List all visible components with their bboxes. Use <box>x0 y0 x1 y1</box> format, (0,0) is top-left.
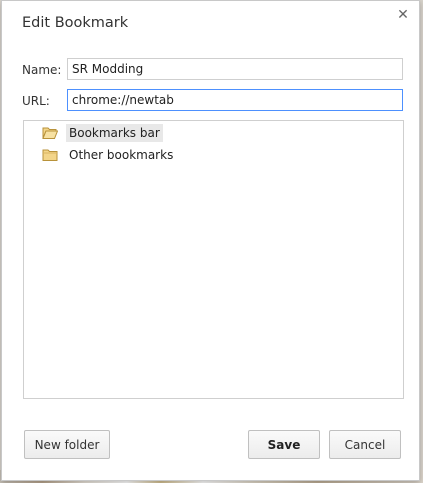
url-field[interactable] <box>67 89 403 111</box>
name-field[interactable] <box>67 58 403 80</box>
tree-item-label: Other bookmarks <box>69 148 174 162</box>
cancel-button[interactable]: Cancel <box>329 430 401 459</box>
tree-item-other-bookmarks[interactable]: Other bookmarks <box>42 145 176 165</box>
tree-item-bookmarks-bar[interactable]: Bookmarks bar <box>42 123 163 143</box>
close-icon[interactable]: ✕ <box>395 7 411 23</box>
folder-open-icon <box>42 127 58 139</box>
save-button[interactable]: Save <box>248 430 320 459</box>
new-folder-button[interactable]: New folder <box>24 430 110 459</box>
edit-bookmark-dialog: Edit Bookmark ✕ Name: URL: Bookmarks bar… <box>1 0 420 481</box>
name-label: Name: <box>22 63 62 77</box>
folder-tree[interactable]: Bookmarks bar Other bookmarks <box>23 120 404 399</box>
dialog-title: Edit Bookmark <box>22 15 129 31</box>
url-label: URL: <box>22 94 50 108</box>
folder-icon <box>42 149 58 161</box>
tree-item-label: Bookmarks bar <box>66 124 163 142</box>
